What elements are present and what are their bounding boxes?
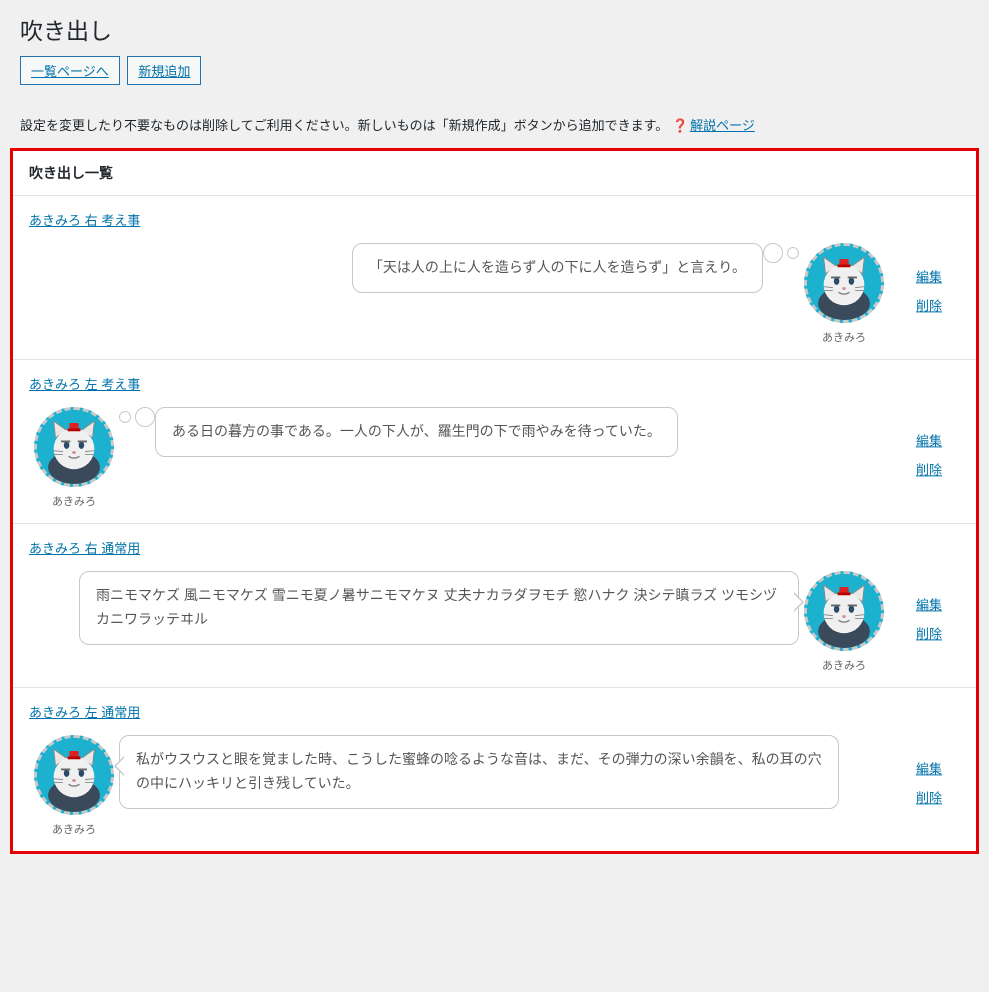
edit-link[interactable]: 編集: [916, 430, 956, 449]
balloon-item-title[interactable]: あきみろ 右 考え事: [29, 210, 140, 229]
list-page-button[interactable]: 一覧ページへ: [20, 56, 120, 85]
speech-bubble: 私がウスウスと眼を覚ました時、こうした蜜蜂の唸るような音は、まだ、その弾力の深い…: [119, 735, 839, 809]
help-link[interactable]: 解説ページ: [690, 118, 755, 133]
balloon-item: あきみろ 右 考え事「天は人の上に人を造らず人の下に人を造らず」と言えり。 あき…: [13, 196, 976, 360]
thought-dots: [763, 243, 799, 263]
avatar-block: あきみろ: [29, 735, 119, 837]
avatar-circle: [34, 407, 114, 487]
balloon-item-title[interactable]: あきみろ 左 考え事: [29, 374, 140, 393]
description-text: 設定を変更したり不要なものは削除してご利用ください。新しいものは「新規作成」ボタ…: [20, 118, 668, 133]
edit-link[interactable]: 編集: [916, 594, 956, 613]
avatar-circle: [34, 735, 114, 815]
balloon-item: あきみろ 左 考え事 あきみろ ある日の暮方の事である。一人の下人が、羅生門の下で…: [13, 360, 976, 524]
balloon-row: あきみろ ある日の暮方の事である。一人の下人が、羅生門の下で雨やみを待っていた。: [29, 407, 889, 509]
delete-link[interactable]: 削除: [916, 623, 956, 642]
balloon-list-container: 吹き出し一覧 あきみろ 右 考え事「天は人の上に人を造らず人の下に人を造らず」と…: [10, 148, 979, 854]
delete-link[interactable]: 削除: [916, 787, 956, 806]
thought-dots: [119, 407, 155, 427]
avatar-circle: [804, 571, 884, 651]
edit-link[interactable]: 編集: [916, 266, 956, 285]
item-actions: 編集削除: [916, 594, 956, 652]
avatar-image: [807, 574, 881, 648]
header-buttons: 一覧ページへ 新規追加: [20, 56, 969, 85]
speech-bubble: ある日の暮方の事である。一人の下人が、羅生門の下で雨やみを待っていた。: [155, 407, 678, 457]
delete-link[interactable]: 削除: [916, 459, 956, 478]
avatar-image: [37, 738, 111, 812]
description-row: 設定を変更したり不要なものは削除してご利用ください。新しいものは「新規作成」ボタ…: [0, 115, 989, 148]
balloon-row: あきみろ私がウスウスと眼を覚ました時、こうした蜜蜂の唸るような音は、まだ、その弾…: [29, 735, 889, 837]
avatar-block: あきみろ: [29, 407, 119, 509]
item-actions: 編集削除: [916, 430, 956, 488]
avatar-block: あきみろ: [799, 243, 889, 345]
balloon-item-title[interactable]: あきみろ 左 通常用: [29, 702, 140, 721]
item-actions: 編集削除: [916, 758, 956, 816]
edit-link[interactable]: 編集: [916, 758, 956, 777]
avatar-name: あきみろ: [29, 821, 119, 837]
avatar-image: [37, 410, 111, 484]
page-title: 吹き出し: [20, 12, 969, 46]
avatar-image: [807, 246, 881, 320]
item-actions: 編集削除: [916, 266, 956, 324]
balloon-row: 雨ニモマケズ 風ニモマケズ 雪ニモ夏ノ暑サニモマケヌ 丈夫ナカラダヲモチ 慾ハナ…: [29, 571, 889, 673]
speech-bubble: 雨ニモマケズ 風ニモマケズ 雪ニモ夏ノ暑サニモマケヌ 丈夫ナカラダヲモチ 慾ハナ…: [79, 571, 799, 645]
speech-bubble: 「天は人の上に人を造らず人の下に人を造らず」と言えり。: [352, 243, 763, 293]
page-header: 吹き出し 一覧ページへ 新規追加: [0, 0, 989, 85]
avatar-name: あきみろ: [799, 329, 889, 345]
avatar-name: あきみろ: [799, 657, 889, 673]
balloon-list-heading: 吹き出し一覧: [13, 151, 976, 196]
balloon-row: 「天は人の上に人を造らず人の下に人を造らず」と言えり。 あきみろ: [29, 243, 889, 345]
add-new-button[interactable]: 新規追加: [127, 56, 201, 85]
delete-link[interactable]: 削除: [916, 295, 956, 314]
balloon-item: あきみろ 左 通常用 あきみろ私がウスウスと眼を覚ました時、こうした蜜蜂の唸るよ…: [13, 688, 976, 851]
avatar-circle: [804, 243, 884, 323]
balloon-item: あきみろ 右 通常用雨ニモマケズ 風ニモマケズ 雪ニモ夏ノ暑サニモマケヌ 丈夫ナ…: [13, 524, 976, 688]
avatar-block: あきみろ: [799, 571, 889, 673]
avatar-name: あきみろ: [29, 493, 119, 509]
balloon-item-title[interactable]: あきみろ 右 通常用: [29, 538, 140, 557]
help-icon: ❓: [672, 118, 688, 134]
